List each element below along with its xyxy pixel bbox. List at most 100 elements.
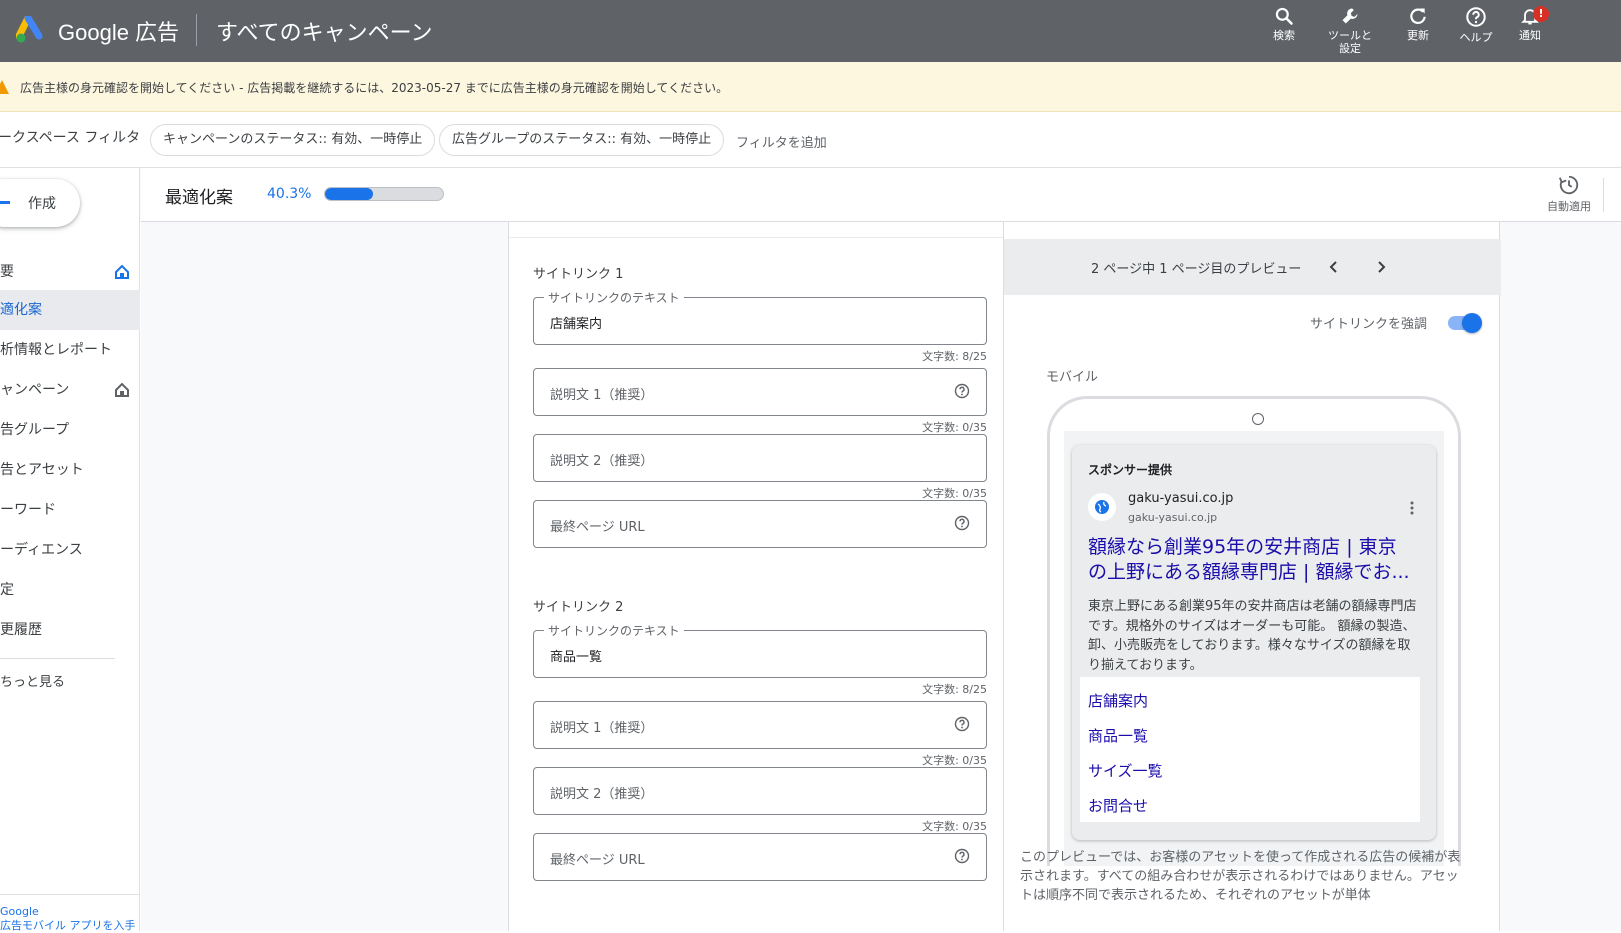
sidebar-item-change-history[interactable]: 更履歴 xyxy=(0,610,140,650)
sidebar-item-label: ーワード xyxy=(0,502,56,518)
sitelink-2-desc1-field[interactable]: 説明文 1（推奨） xyxy=(533,701,987,749)
ad-sitelink: 店舗案内 xyxy=(1088,692,1149,710)
banner-text[interactable]: 広告主様の身元確認を開始してください - 広告掲載を継続するには、2023-05… xyxy=(20,79,728,96)
mobile-app-link[interactable]: Google 広告モバイル アプリを入手 xyxy=(0,905,136,933)
editor-top-divider xyxy=(509,237,1004,238)
filter-chip-adgroup-status[interactable]: 広告グループのステータス:: 有効、一時停止 xyxy=(439,124,725,156)
sidebar-item-keywords[interactable]: ーワード xyxy=(0,490,140,530)
ad-domain: gaku-yasui.co.jp xyxy=(1128,491,1234,506)
ad-sitelinks: 店舗案内 商品一覧 サイズ一覧 お問合せ xyxy=(1080,677,1420,822)
sidebar-item-label: 更履歴 xyxy=(0,622,42,638)
refresh-button[interactable]: 更新 xyxy=(1388,6,1448,42)
optimization-progress-fill xyxy=(325,188,373,200)
sidebar-item-label: 告とアセット xyxy=(0,462,84,478)
sitelink-2-desc2-counter: 文字数: 0/35 xyxy=(922,820,987,833)
ad-sitelink: お問合せ xyxy=(1088,797,1149,815)
sidebar-item-label: ャンペーン xyxy=(0,382,70,398)
sitelink-1-title: サイトリンク 1 xyxy=(533,267,624,282)
brand-divider xyxy=(196,14,197,46)
help-icon[interactable] xyxy=(954,515,970,531)
emphasize-sitelinks-label: サイトリンクを強調 xyxy=(1310,317,1428,332)
sidebar-item-label: 要 xyxy=(0,264,14,280)
globe-icon xyxy=(1095,500,1109,514)
emphasize-sitelinks-toggle[interactable] xyxy=(1448,313,1482,333)
chevron-left-icon[interactable] xyxy=(1326,259,1342,275)
filter-bar: ークスペース フィルタ キャンペーンのステータス:: 有効、一時停止 広告グルー… xyxy=(0,112,1621,168)
tools-settings-button[interactable]: ツールと 設定 xyxy=(1320,6,1380,55)
sitelink-1-url-placeholder: 最終ページ URL xyxy=(550,520,645,535)
create-button[interactable]: 作成 xyxy=(0,179,80,227)
preview-disclaimer: このプレビューでは、お客様のアセットを使って作成される広告の候補が表示されます。… xyxy=(1020,850,1461,903)
help-icon[interactable] xyxy=(954,383,970,399)
sitelink-2-desc1-counter: 文字数: 0/35 xyxy=(922,754,987,767)
sitelink-1-text-legend: サイトリンクのテキスト xyxy=(544,289,684,306)
sidebar-item-recommendations[interactable]: 適化案 xyxy=(0,290,140,330)
sidebar-item-overview[interactable]: 要 xyxy=(0,252,140,292)
ad-headline: 額縁なら創業95年の安井商店 | 東京 の上野にある額縁専門店 | 額縁でお..… xyxy=(1088,535,1424,585)
sidebar-item-ads-assets[interactable]: 告とアセット xyxy=(0,450,140,490)
sitelink-2-title: サイトリンク 2 xyxy=(533,600,624,615)
preview-header: 2 ページ中 1 ページ目のプレビュー xyxy=(1004,239,1501,295)
sitelink-1-desc2-field[interactable]: 説明文 2（推奨） xyxy=(533,434,987,482)
notifications-button[interactable]: ! 通知 xyxy=(1500,6,1560,42)
preview-page-indicator: 2 ページ中 1 ページ目のプレビュー xyxy=(1091,262,1302,277)
sitelink-2-text-value: 商品一覧 xyxy=(550,650,603,665)
add-filter-link[interactable]: フィルタを追加 xyxy=(736,132,827,151)
optimization-score[interactable]: 40.3% xyxy=(267,186,311,202)
sitelink-1-text-field[interactable]: サイトリンクのテキスト 店舗案内 xyxy=(533,289,987,345)
help-circle-icon xyxy=(1466,7,1486,27)
sidebar-nav: 作成 要 適化案 析情報とレポート ャンペーン 告グループ 告とアセット ーワー… xyxy=(0,168,140,933)
auto-apply-button[interactable]: 自動適用 xyxy=(1534,174,1604,214)
sidebar-item-ad-groups[interactable]: 告グループ xyxy=(0,410,140,450)
sitelink-1-desc1-placeholder: 説明文 1（推奨） xyxy=(550,388,654,403)
sidebar-item-label: 告グループ xyxy=(0,422,70,438)
search-icon xyxy=(1275,7,1293,25)
wrench-icon xyxy=(1342,8,1358,24)
optimization-label: 最適化案 xyxy=(165,188,233,208)
ad-headline-line1: 額縁なら創業95年の安井商店 | 東京 xyxy=(1088,536,1397,558)
sidebar-item-campaigns[interactable]: ャンペーン xyxy=(0,370,140,410)
help-icon[interactable] xyxy=(954,716,970,732)
more-vert-icon[interactable] xyxy=(1410,501,1414,515)
sponsored-label: スポンサー提供 xyxy=(1088,463,1173,477)
sidebar-item-settings[interactable]: 定 xyxy=(0,570,140,610)
filter-chip-campaign-status[interactable]: キャンペーンのステータス:: 有効、一時停止 xyxy=(150,124,436,156)
optimization-score-bar: 最適化案 40.3% 自動適用 xyxy=(141,168,1621,222)
sidebar-item-label: ーディエンス xyxy=(0,542,83,558)
ad-display-url: gaku-yasui.co.jp xyxy=(1128,511,1218,524)
sitelink-2-desc2-field[interactable]: 説明文 2（推奨） xyxy=(533,767,987,815)
mobile-app-link-line1: Google xyxy=(0,905,39,918)
phone-screen: スポンサー提供 gaku-yasui.co.jp gaku-yasui.co.j… xyxy=(1064,431,1444,866)
sitelink-1-text-value: 店舗案内 xyxy=(550,317,603,332)
sitelink-1-desc2-counter: 文字数: 0/35 xyxy=(922,487,987,500)
home-icon xyxy=(115,382,129,397)
ad-card: スポンサー提供 gaku-yasui.co.jp gaku-yasui.co.j… xyxy=(1072,445,1436,840)
sidebar-item-label: 析情報とレポート xyxy=(0,342,112,358)
sidebar-item-audiences[interactable]: ーディエンス xyxy=(0,530,140,570)
ad-preview-panel: 2 ページ中 1 ページ目のプレビュー サイトリンクを強調 モバイル スポンサー… xyxy=(1003,222,1501,931)
phone-camera xyxy=(1252,413,1264,425)
sidebar-item-insights-reports[interactable]: 析情報とレポート xyxy=(0,330,140,370)
search-button[interactable]: 検索 xyxy=(1254,6,1314,42)
refresh-label: 更新 xyxy=(1407,29,1429,42)
top-app-bar: Google 広告 すべてのキャンペーン 検索 ツールと 設定 更新 ヘルプ !… xyxy=(0,0,1621,62)
help-button[interactable]: ヘルプ xyxy=(1446,6,1506,44)
sitelink-1-desc1-field[interactable]: 説明文 1（推奨） xyxy=(533,368,987,416)
mobile-label: モバイル xyxy=(1046,370,1099,385)
brand-title[interactable]: Google 広告 xyxy=(58,15,179,47)
workspace-filter-label[interactable]: ークスペース フィルタ xyxy=(0,127,140,147)
sidebar-show-more[interactable]: ちっと見る xyxy=(0,662,140,702)
sitelink-2-text-field[interactable]: サイトリンクのテキスト 商品一覧 xyxy=(533,622,987,678)
google-ads-logo-icon[interactable] xyxy=(16,16,46,44)
sidebar-item-label: 適化案 xyxy=(0,302,42,318)
chevron-right-icon[interactable] xyxy=(1373,259,1389,275)
sitelink-1-url-field[interactable]: 最終ページ URL xyxy=(533,500,987,548)
sitelink-editor: サイトリンク 1 サイトリンクのテキスト 店舗案内 文字数: 8/25 説明文 … xyxy=(508,222,1004,931)
sitelink-2-url-field[interactable]: 最終ページ URL xyxy=(533,833,987,881)
refresh-icon xyxy=(1410,8,1426,24)
help-icon[interactable] xyxy=(954,848,970,864)
help-label: ヘルプ xyxy=(1459,31,1493,44)
sitelink-2-desc1-placeholder: 説明文 1（推奨） xyxy=(550,721,654,736)
sitelink-1-text-counter: 文字数: 8/25 xyxy=(922,350,987,363)
sitelink-1-desc1-counter: 文字数: 0/35 xyxy=(922,421,987,434)
